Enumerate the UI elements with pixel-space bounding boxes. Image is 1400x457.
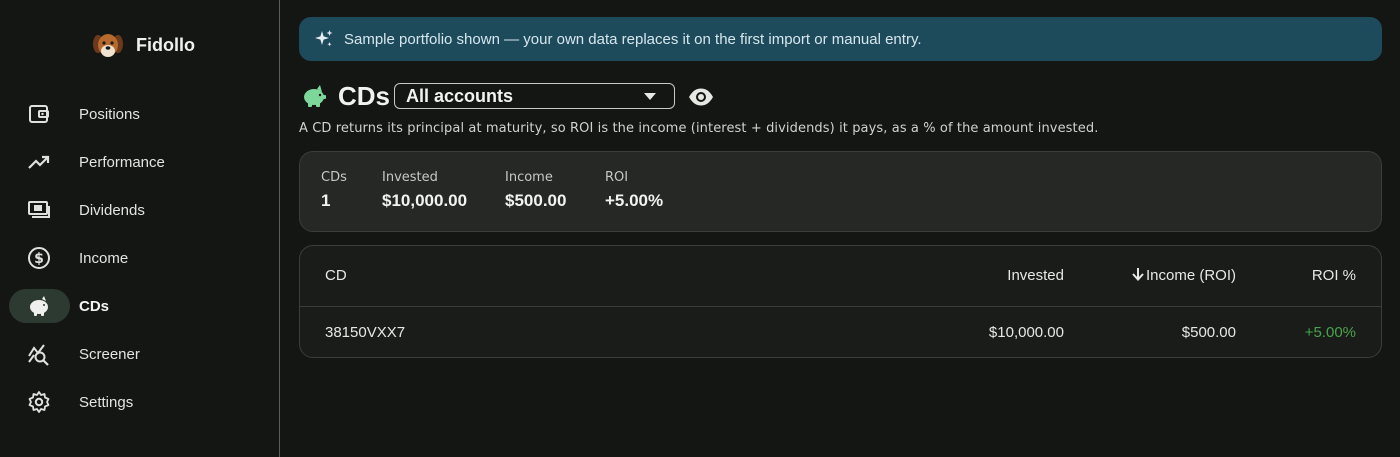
- cash-icon: [27, 198, 51, 222]
- gear-icon: [27, 390, 51, 414]
- stat-cds: CDs 1: [321, 170, 347, 211]
- sidebar-item-settings[interactable]: Settings: [0, 382, 280, 422]
- trending-up-icon: [27, 150, 51, 174]
- cds-table: CD Invested Income (ROI) ROI % 38150VXX7…: [299, 245, 1382, 358]
- svg-text:$: $: [34, 251, 44, 267]
- sidebar-item-dividends[interactable]: Dividends: [0, 190, 280, 230]
- column-header-cd[interactable]: CD: [325, 267, 347, 284]
- caret-down-icon: [644, 93, 656, 100]
- sidebar-item-income[interactable]: $ Income: [0, 238, 280, 278]
- sidebar-item-label: Settings: [79, 393, 134, 411]
- stat-value: 1: [321, 191, 331, 210]
- piggy-bank-icon: [304, 85, 326, 107]
- table-header: CD Invested Income (ROI) ROI %: [300, 246, 1381, 307]
- stat-value: $10,000.00: [382, 191, 468, 210]
- sidebar-item-performance[interactable]: Performance: [0, 142, 280, 182]
- stat-label: Invested: [382, 170, 438, 185]
- stat-income: Income $500.00: [505, 170, 566, 211]
- roi-explanation-note: A CD returns its principal at maturity, …: [299, 121, 1099, 136]
- sidebar-item-positions[interactable]: Positions: [0, 94, 280, 134]
- dollar-circle-icon: $: [27, 246, 51, 270]
- stat-label: CDs: [321, 170, 347, 185]
- sidebar-item-screener[interactable]: Screener: [0, 334, 280, 374]
- stat-value: $500.00: [505, 191, 567, 210]
- brand[interactable]: Fidollo: [92, 30, 195, 60]
- cell-cd: 38150VXX7: [325, 324, 406, 341]
- column-header-income[interactable]: Income (ROI): [1132, 267, 1236, 284]
- sidebar-item-label: Positions: [79, 105, 140, 123]
- piggy-bank-icon: [27, 294, 51, 318]
- cell-roi: +5.00%: [1304, 324, 1356, 341]
- sidebar-item-label: CDs: [79, 297, 110, 315]
- sparkle-icon: [315, 30, 333, 47]
- stat-label: ROI: [605, 170, 629, 185]
- account-select-value: All accounts: [406, 86, 514, 106]
- column-header-roi[interactable]: ROI %: [1312, 267, 1356, 284]
- wallet-icon: [27, 102, 51, 126]
- column-header-income-label: Income (ROI): [1145, 267, 1236, 284]
- sidebar-item-label: Income: [79, 249, 129, 267]
- sidebar-item-label: Screener: [79, 345, 140, 363]
- stat-label: Income: [505, 170, 553, 185]
- stat-value: +5.00%: [605, 191, 664, 210]
- sidebar-item-label: Performance: [79, 153, 165, 171]
- sidebar-item-label: Dividends: [79, 201, 145, 219]
- cell-income: $500.00: [1181, 324, 1236, 341]
- sort-descending-icon: [1132, 268, 1144, 281]
- stat-invested: Invested $10,000.00: [382, 170, 467, 211]
- sidebar-item-cds[interactable]: CDs: [0, 286, 280, 326]
- banner-text: Sample portfolio shown — your own data r…: [344, 30, 922, 48]
- column-header-invested[interactable]: Invested: [1007, 267, 1064, 284]
- sidebar: Fidollo Positions Performance Dividends …: [0, 0, 280, 457]
- eye-icon[interactable]: [688, 84, 714, 110]
- page-title: CDs: [338, 81, 391, 111]
- sample-data-banner: Sample portfolio shown — your own data r…: [299, 17, 1382, 61]
- dog-logo-icon: [93, 34, 123, 57]
- page-header: CDs All accounts: [299, 80, 899, 112]
- cell-invested: $10,000.00: [988, 324, 1064, 341]
- app-name: Fidollo: [136, 34, 195, 55]
- query-stats-icon: [27, 342, 51, 366]
- summary-card: CDs 1 Invested $10,000.00 Income $500.00…: [299, 151, 1382, 232]
- stat-roi: ROI +5.00%: [605, 170, 663, 211]
- account-select[interactable]: All accounts: [394, 83, 675, 109]
